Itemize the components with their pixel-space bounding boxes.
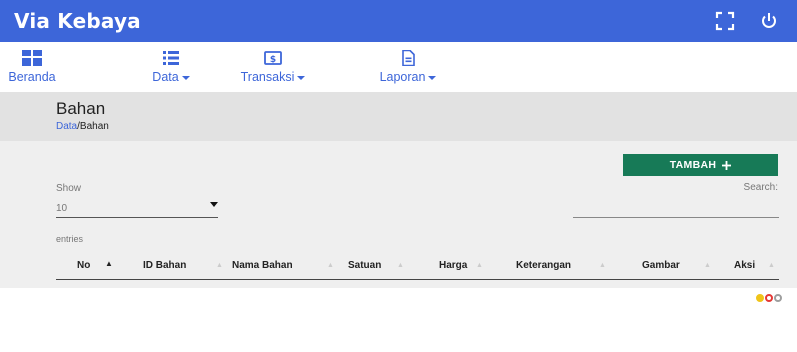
sort-asc-icon[interactable]: ▲ — [105, 259, 113, 268]
sort-icon[interactable]: ▲ — [216, 262, 223, 269]
chevron-down-icon — [181, 76, 190, 80]
fullscreen-icon[interactable] — [715, 11, 735, 31]
caret-down-icon — [210, 202, 218, 207]
column-header-keterangan[interactable]: Keterangan — [516, 260, 571, 271]
top-actions — [715, 0, 779, 42]
add-button[interactable]: TAMBAH — [623, 154, 778, 176]
svg-text:$: $ — [270, 55, 276, 65]
delete-icon[interactable] — [765, 294, 773, 302]
nav-label: Beranda — [8, 70, 56, 84]
breadcrumb-current: /Bahan — [77, 121, 109, 132]
nav-item-transaksi[interactable]: $ Transaksi — [233, 50, 313, 84]
dashboard-icon — [22, 50, 42, 66]
table-header: No ▲ ID Bahan ▲ Nama Bahan ▲ Satuan ▲ Ha… — [56, 253, 779, 280]
column-header-aksi[interactable]: Aksi — [734, 260, 755, 271]
nav-item-laporan[interactable]: Laporan — [372, 50, 444, 84]
list-icon — [163, 51, 179, 65]
chevron-down-icon — [428, 76, 437, 80]
power-icon[interactable] — [759, 11, 779, 31]
main-nav: Beranda Data $ Transaksi Laporan — [0, 42, 797, 92]
column-header-id-bahan[interactable]: ID Bahan — [143, 260, 186, 271]
breadcrumb: Data/Bahan — [56, 121, 109, 132]
sort-icon[interactable]: ▲ — [327, 262, 334, 269]
sort-icon[interactable]: ▲ — [768, 262, 775, 269]
sort-icon[interactable]: ▲ — [599, 262, 606, 269]
column-header-no[interactable]: No — [77, 260, 90, 271]
page-header: Bahan Data/Bahan — [0, 92, 797, 141]
breadcrumb-link-data[interactable]: Data — [56, 121, 77, 132]
entries-label: entries — [56, 234, 84, 244]
nav-label: Data — [152, 70, 179, 84]
sort-icon[interactable]: ▲ — [397, 262, 404, 269]
row-actions — [756, 294, 782, 302]
column-header-satuan[interactable]: Satuan — [348, 260, 381, 271]
table-body — [0, 288, 797, 352]
plus-icon — [722, 160, 732, 170]
page-title: Bahan — [56, 99, 106, 118]
nav-item-data[interactable]: Data — [146, 50, 196, 84]
show-label: Show — [56, 183, 82, 194]
add-button-label: TAMBAH — [669, 159, 717, 171]
content-panel: TAMBAH Show 10 entries Search: No ▲ ID B… — [0, 141, 797, 288]
document-icon — [402, 50, 415, 66]
nav-label: Laporan — [379, 70, 426, 84]
nav-item-beranda[interactable]: Beranda — [6, 50, 58, 84]
search-label: Search: — [743, 182, 778, 193]
column-header-nama-bahan[interactable]: Nama Bahan — [232, 260, 293, 271]
top-bar: Via Kebaya — [0, 0, 797, 42]
sort-icon[interactable]: ▲ — [476, 262, 483, 269]
search-input[interactable] — [573, 199, 779, 218]
column-header-gambar[interactable]: Gambar — [642, 260, 680, 271]
money-icon: $ — [264, 51, 282, 65]
chevron-down-icon — [297, 76, 306, 80]
page-size-select[interactable]: 10 — [56, 199, 218, 218]
view-icon[interactable] — [774, 294, 782, 302]
sort-icon[interactable]: ▲ — [704, 262, 711, 269]
nav-label: Transaksi — [240, 70, 295, 84]
column-header-harga[interactable]: Harga — [439, 260, 467, 271]
edit-icon[interactable] — [756, 294, 764, 302]
app-title: Via Kebaya — [14, 9, 141, 33]
page-size-value: 10 — [56, 203, 68, 214]
